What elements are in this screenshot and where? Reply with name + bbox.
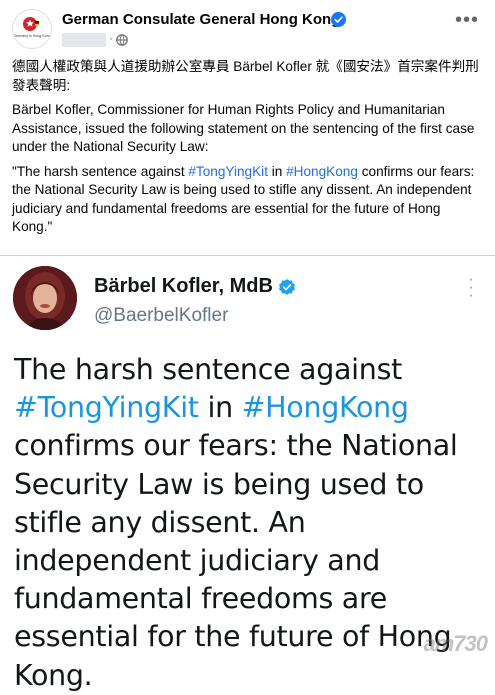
more-options-icon[interactable]: ••• xyxy=(451,10,483,32)
globe-icon[interactable] xyxy=(116,34,128,46)
tweet-text: confirms our fears: the National Securit… xyxy=(14,429,458,692)
page-avatar[interactable]: Germany in Hong Kong xyxy=(12,9,52,49)
verified-badge-icon xyxy=(331,12,346,27)
separator-dot: · xyxy=(109,31,113,45)
tweet-author-name[interactable]: Bärbel Kofler, MdB xyxy=(94,275,273,298)
tweet-author-handle[interactable]: @BaerbelKofler xyxy=(94,305,228,327)
hashtag-hongkong[interactable]: #HongKong xyxy=(242,391,409,424)
post-text-chinese: 德國人權政策與人道援助辦公室專員 Bärbel Kofler 就《國安法》首宗案… xyxy=(12,59,479,93)
hashtag-tongyingkit[interactable]: #TongYingKit xyxy=(14,391,199,424)
quote-text: "The harsh sentence against xyxy=(12,163,189,179)
tweet-body: The harsh sentence against #TongYingKit … xyxy=(14,351,484,695)
post-text-english-intro: Bärbel Kofler, Commissioner for Human Ri… xyxy=(12,102,475,154)
watermark-logo: am730 xyxy=(423,631,488,656)
consulate-logo-icon xyxy=(13,10,51,48)
hashtag-tongyingkit[interactable]: #TongYingKit xyxy=(188,164,268,179)
hashtag-hongkong[interactable]: #HongKong xyxy=(286,164,358,179)
tweet-more-options-icon[interactable]: · · · xyxy=(466,272,476,304)
facebook-post: Germany in Hong Kong German Consulate Ge… xyxy=(0,0,495,255)
tweet-text: The harsh sentence against xyxy=(14,353,402,386)
tweet-text: in xyxy=(198,391,242,425)
verified-badge-icon xyxy=(279,279,295,295)
avatar-caption: Germany in Hong Kong xyxy=(13,34,51,38)
post-body: 德國人權政策與人道援助辦公室專員 Bärbel Kofler 就《國安法》首宗案… xyxy=(12,58,484,243)
tweet-screenshot: Bärbel Kofler, MdB @BaerbelKofler · · · Th… xyxy=(0,256,495,692)
profile-photo-icon xyxy=(13,266,77,330)
timestamp-link[interactable] xyxy=(62,33,106,47)
page-name-link[interactable]: German Consulate General Hong Kong xyxy=(62,11,340,28)
quote-text: in xyxy=(267,163,287,179)
post-text-quote: "The harsh sentence against #TongYingKit… xyxy=(12,163,484,237)
tweet-avatar[interactable] xyxy=(13,266,77,330)
